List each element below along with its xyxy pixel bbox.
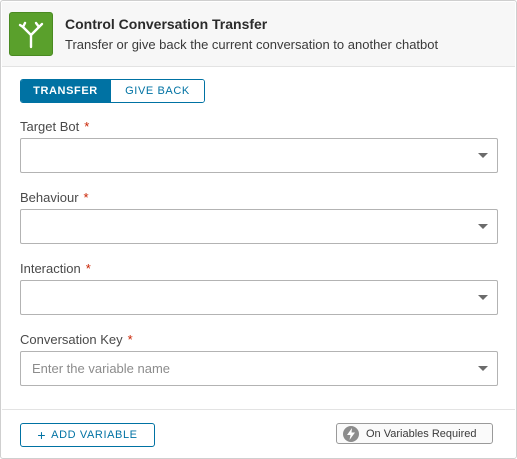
footer-divider xyxy=(2,409,515,410)
conversation-key-label-text: Conversation Key xyxy=(20,332,123,347)
transfer-tab[interactable]: TRANSFER xyxy=(21,80,110,102)
on-variables-required-button[interactable]: On Variables Required xyxy=(336,423,493,444)
merge-arrows-icon xyxy=(9,12,53,56)
target-bot-select[interactable] xyxy=(20,138,498,173)
interaction-label: Interaction * xyxy=(20,261,91,276)
on-variables-required-label: On Variables Required xyxy=(366,427,477,440)
give-back-tab[interactable]: GIVE BACK xyxy=(110,80,204,102)
chevron-down-icon xyxy=(478,153,488,158)
conversation-key-select[interactable]: Enter the variable name xyxy=(20,351,498,386)
panel-subtitle: Transfer or give back the current conver… xyxy=(65,37,439,52)
interaction-select[interactable] xyxy=(20,280,498,315)
lightning-bolt-icon xyxy=(343,425,359,442)
target-bot-label: Target Bot * xyxy=(20,119,89,134)
required-asterisk: * xyxy=(84,119,90,134)
behaviour-label: Behaviour * xyxy=(20,190,89,205)
panel-title: Control Conversation Transfer xyxy=(65,16,268,32)
required-asterisk: * xyxy=(85,261,91,276)
required-asterisk: * xyxy=(127,332,133,347)
behaviour-select[interactable] xyxy=(20,209,498,244)
plus-icon: + xyxy=(37,427,47,443)
panel-header: Control Conversation Transfer Transfer o… xyxy=(2,2,515,67)
add-variable-label: ADD VARIABLE xyxy=(51,429,138,441)
interaction-label-text: Interaction xyxy=(20,261,81,276)
conversation-key-placeholder: Enter the variable name xyxy=(32,361,171,376)
add-variable-button[interactable]: + ADD VARIABLE xyxy=(20,423,155,447)
target-bot-label-text: Target Bot xyxy=(20,119,80,134)
behaviour-label-text: Behaviour xyxy=(20,190,79,205)
control-conversation-transfer-panel: Control Conversation Transfer Transfer o… xyxy=(0,0,517,459)
chevron-down-icon xyxy=(478,224,488,229)
mode-toggle: TRANSFER GIVE BACK xyxy=(20,79,205,103)
required-asterisk: * xyxy=(83,190,89,205)
chevron-down-icon xyxy=(478,366,488,371)
chevron-down-icon xyxy=(478,295,488,300)
conversation-key-label: Conversation Key * xyxy=(20,332,133,347)
